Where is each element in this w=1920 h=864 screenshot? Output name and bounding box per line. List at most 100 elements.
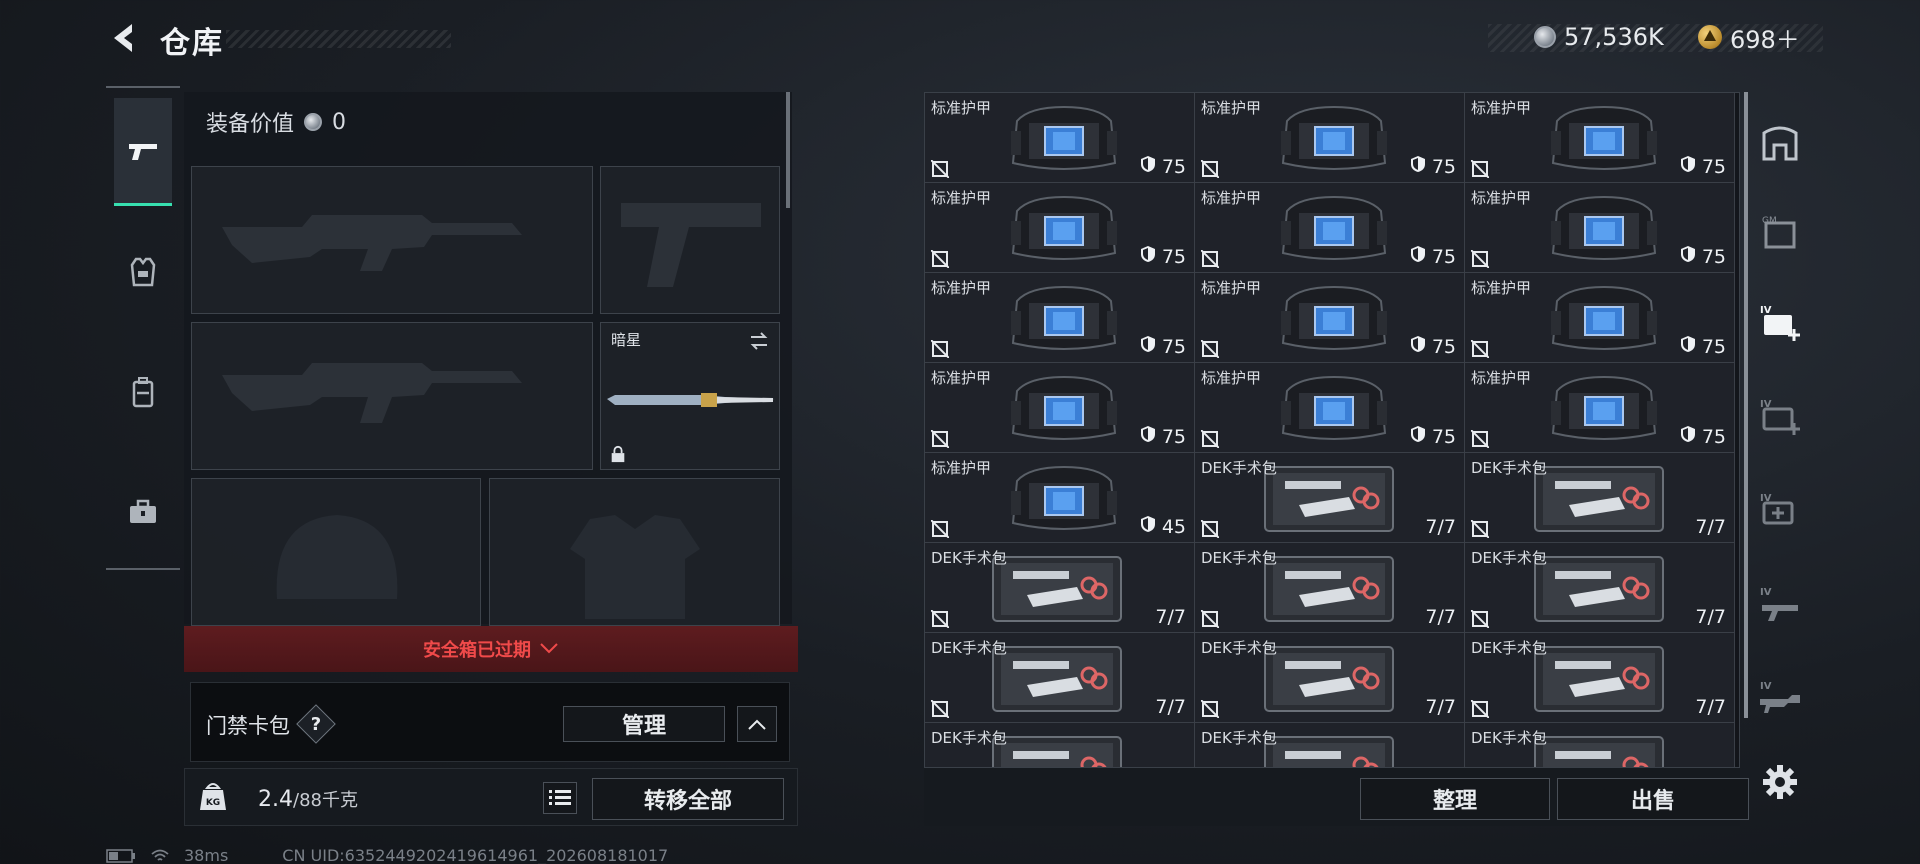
grid-item[interactable]: DEK手术包 [925, 723, 1195, 767]
tab-backpack[interactable] [114, 338, 172, 446]
grid-item-value-text: 75 [1161, 155, 1186, 178]
grid-item[interactable]: 标准护甲 75 [1465, 273, 1735, 363]
grid-item[interactable]: 标准护甲 75 [1195, 363, 1465, 453]
grid-item-name: 标准护甲 [1201, 189, 1262, 207]
grid-item[interactable]: DEK手术包 7/7 [1465, 633, 1735, 723]
sidearm-slot[interactable] [600, 166, 780, 314]
tab-case[interactable] [114, 458, 172, 566]
grid-item[interactable]: 标准护甲 75 [925, 183, 1195, 273]
primary-weapon-slot[interactable] [191, 166, 593, 314]
gold-amount: 698＋ [1730, 25, 1800, 54]
no-insurance-icon [1200, 159, 1220, 179]
medkit-item-icon [1259, 731, 1399, 767]
grid-item[interactable]: DEK手术包 7/7 [1195, 633, 1465, 723]
silver-coin-icon [304, 113, 323, 131]
grid-item-name: DEK手术包 [931, 549, 1007, 567]
grid-item-name: DEK手术包 [931, 639, 1007, 657]
grid-item[interactable]: 标准护甲 75 [925, 93, 1195, 183]
rifle-silhouette-icon [222, 363, 522, 423]
grid-item-value: 75 [1410, 335, 1456, 358]
armor-item-icon [1009, 191, 1119, 271]
no-insurance-icon [1470, 519, 1490, 539]
gear-category-icon: GM [1762, 216, 1796, 249]
durability-shield-icon [1680, 425, 1696, 448]
grid-item[interactable]: 标准护甲 75 [1465, 183, 1735, 273]
lock-icon [611, 445, 625, 463]
gold-currency[interactable]: 698＋ [1698, 22, 1800, 54]
no-insurance-icon [930, 519, 950, 539]
grid-item[interactable]: 标准护甲 75 [1465, 363, 1735, 453]
category-medical-iv-2[interactable]: IV [1754, 478, 1806, 544]
transfer-all-button[interactable]: 转移全部 [592, 778, 784, 820]
grid-item[interactable]: 标准护甲 45 [925, 453, 1195, 543]
armor-item-icon [1549, 191, 1659, 271]
knife-icon [607, 393, 775, 407]
grid-item[interactable]: 标准护甲 75 [1465, 93, 1735, 183]
sell-button[interactable]: 出售 [1557, 778, 1749, 820]
medkit-item-icon [1259, 641, 1399, 721]
medical-iv-2-icon: IV [1760, 493, 1794, 525]
no-insurance-icon [930, 159, 950, 179]
list-view-button[interactable] [543, 782, 577, 814]
no-insurance-icon [1470, 429, 1490, 449]
grid-item[interactable]: DEK手术包 7/7 [925, 633, 1195, 723]
title-decoration [226, 30, 451, 48]
grid-item[interactable]: DEK手术包 7/7 [1195, 453, 1465, 543]
grid-item[interactable]: 标准护甲 75 [1195, 93, 1465, 183]
grid-item-name: DEK手术包 [1471, 639, 1547, 657]
settings-gear-icon[interactable] [1760, 762, 1800, 802]
category-medical-iv-plus[interactable]: IV [1754, 290, 1806, 356]
grid-item-value: 7/7 [1695, 516, 1726, 538]
swap-icon[interactable] [747, 329, 771, 353]
durability-shield-icon [1410, 155, 1426, 178]
category-medical-iv[interactable]: IV [1754, 384, 1806, 450]
category-gear-category[interactable]: GM [1754, 200, 1806, 266]
grid-item[interactable]: 标准护甲 75 [1195, 273, 1465, 363]
grid-item[interactable]: 标准护甲 75 [1195, 183, 1465, 273]
grid-item-value-text: 7/7 [1425, 606, 1456, 628]
body-armor-slot[interactable] [489, 478, 780, 626]
no-insurance-icon [1470, 339, 1490, 359]
armor-silhouette-icon [570, 515, 700, 619]
armor-item-icon [1279, 371, 1389, 451]
category-all-items[interactable] [1754, 110, 1806, 176]
tab-armor[interactable] [114, 218, 172, 326]
no-insurance-icon [930, 249, 950, 269]
access-card-label: 门禁卡包 [206, 714, 290, 738]
collapse-button[interactable] [737, 706, 777, 742]
grid-item[interactable]: DEK手术包 7/7 [1465, 453, 1735, 543]
armor-item-icon [1279, 191, 1389, 271]
helmet-slot[interactable] [191, 478, 481, 626]
durability-shield-icon [1140, 245, 1156, 268]
armor-item-icon [1549, 281, 1659, 361]
grid-item[interactable]: 标准护甲 75 [925, 363, 1195, 453]
silver-currency[interactable]: 57,536K [1534, 22, 1664, 52]
secondary-weapon-slot[interactable] [191, 322, 593, 470]
back-button[interactable] [106, 20, 142, 56]
grid-item[interactable]: DEK手术包 7/7 [1465, 543, 1735, 633]
grid-item-value: 75 [1680, 245, 1726, 268]
medkit-item-icon [1259, 551, 1399, 631]
grid-item-name: 标准护甲 [1201, 99, 1262, 117]
safe-box-expired-banner[interactable]: 安全箱已过期 [184, 626, 798, 672]
grid-item[interactable]: DEK手术包 [1465, 723, 1735, 767]
melee-slot[interactable]: 暗星 [600, 322, 780, 470]
grid-item-value: 75 [1680, 425, 1726, 448]
grid-item[interactable]: DEK手术包 7/7 [925, 543, 1195, 633]
grid-item-value: 75 [1410, 155, 1456, 178]
grid-item-value: 7/7 [1425, 606, 1456, 628]
grid-item[interactable]: DEK手术包 7/7 [1195, 543, 1465, 633]
tab-weapons[interactable] [114, 98, 172, 206]
equipment-scrollbar[interactable] [786, 92, 790, 208]
grid-item-name: DEK手术包 [1201, 639, 1277, 657]
armor-item-icon [1009, 371, 1119, 451]
grid-item[interactable]: 标准护甲 75 [925, 273, 1195, 363]
category-rifle-iv[interactable]: IV [1754, 666, 1806, 732]
sort-button[interactable]: 整理 [1360, 778, 1550, 820]
grid-item[interactable]: DEK手术包 [1195, 723, 1465, 767]
category-weapon-iv[interactable]: IV [1754, 572, 1806, 638]
no-insurance-icon [1470, 249, 1490, 269]
weapon-iv-icon: IV [1760, 587, 1798, 621]
grid-scrollbar[interactable] [1744, 92, 1748, 718]
manage-button[interactable]: 管理 [563, 706, 725, 742]
